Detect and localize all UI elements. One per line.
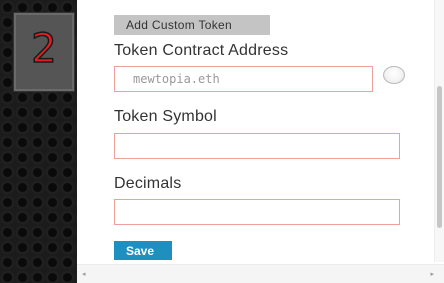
token-contract-address-label: Token Contract Address bbox=[114, 42, 289, 59]
scroll-right-arrow-icon[interactable]: ▸ bbox=[430, 271, 434, 278]
save-button[interactable]: Save bbox=[114, 241, 172, 260]
token-contract-address-input[interactable] bbox=[114, 66, 373, 92]
address-toggle-radio[interactable] bbox=[383, 66, 405, 84]
horizontal-scrollbar[interactable]: ◂ ▸ bbox=[77, 264, 444, 283]
token-symbol-label: Token Symbol bbox=[114, 108, 217, 125]
vertical-scrollbar-thumb[interactable] bbox=[437, 86, 442, 228]
step-number: 2 bbox=[31, 26, 58, 72]
panel-title: Add Custom Token bbox=[114, 15, 270, 35]
token-symbol-input[interactable] bbox=[114, 133, 400, 159]
add-custom-token-panel: Add Custom Token Token Contract Address … bbox=[77, 0, 444, 283]
scroll-left-arrow-icon[interactable]: ◂ bbox=[82, 271, 86, 278]
vertical-scrollbar[interactable] bbox=[434, 0, 444, 262]
step-number-badge: 2 bbox=[13, 12, 75, 92]
decimals-input[interactable] bbox=[114, 199, 400, 225]
decimals-label: Decimals bbox=[114, 175, 182, 192]
